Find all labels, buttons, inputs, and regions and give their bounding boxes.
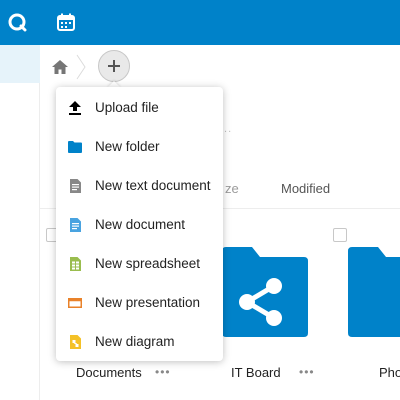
text-document-icon [68, 178, 82, 193]
new-file-menu: Upload file New folder New text document [56, 87, 223, 361]
folder-it-board-icon[interactable] [222, 247, 308, 337]
menu-item-new-document[interactable]: New document [56, 205, 223, 244]
menu-label: New presentation [95, 295, 201, 310]
menu-item-new-presentation[interactable]: New presentation [56, 283, 223, 322]
breadcrumb [40, 45, 400, 89]
folder-pho-icon[interactable] [348, 247, 400, 337]
menu-label: New document [95, 217, 186, 232]
menu-label: New text document [95, 178, 211, 193]
file-name-documents[interactable]: Documents [76, 365, 142, 380]
file-name-it-board[interactable]: IT Board [231, 365, 281, 380]
menu-label: New spreadsheet [95, 256, 201, 271]
select-checkbox-pho[interactable] [333, 228, 347, 242]
column-modified[interactable]: Modified [281, 181, 330, 196]
document-icon [68, 217, 82, 232]
calendar-app-icon[interactable] [55, 11, 77, 33]
diagram-icon [68, 334, 82, 349]
presentation-icon [68, 296, 82, 310]
menu-item-new-diagram[interactable]: New diagram [56, 322, 223, 361]
column-size[interactable]: ze [225, 181, 239, 196]
upload-icon [68, 100, 82, 115]
more-actions-documents[interactable]: ••• [155, 365, 171, 379]
menu-label: Upload file [95, 100, 159, 115]
sidebar [0, 45, 40, 400]
menu-label: New folder [95, 139, 160, 154]
spreadsheet-icon [68, 256, 82, 271]
menu-item-upload-file[interactable]: Upload file [56, 88, 223, 127]
menu-label: New diagram [95, 334, 175, 349]
top-bar [0, 0, 400, 45]
more-actions-it-board[interactable]: ••• [299, 365, 315, 379]
menu-item-new-text-document[interactable]: New text document [56, 166, 223, 205]
files-app-icon[interactable] [6, 11, 28, 33]
add-new-button[interactable] [98, 50, 130, 82]
menu-item-new-folder[interactable]: New folder [56, 127, 223, 166]
breadcrumb-separator [75, 53, 87, 81]
menu-item-new-spreadsheet[interactable]: New spreadsheet [56, 244, 223, 283]
home-icon[interactable] [50, 57, 70, 77]
folder-icon [68, 140, 82, 154]
file-name-pho[interactable]: Pho [379, 365, 400, 380]
plus-icon [108, 60, 120, 72]
sidebar-item-active[interactable] [0, 45, 40, 83]
